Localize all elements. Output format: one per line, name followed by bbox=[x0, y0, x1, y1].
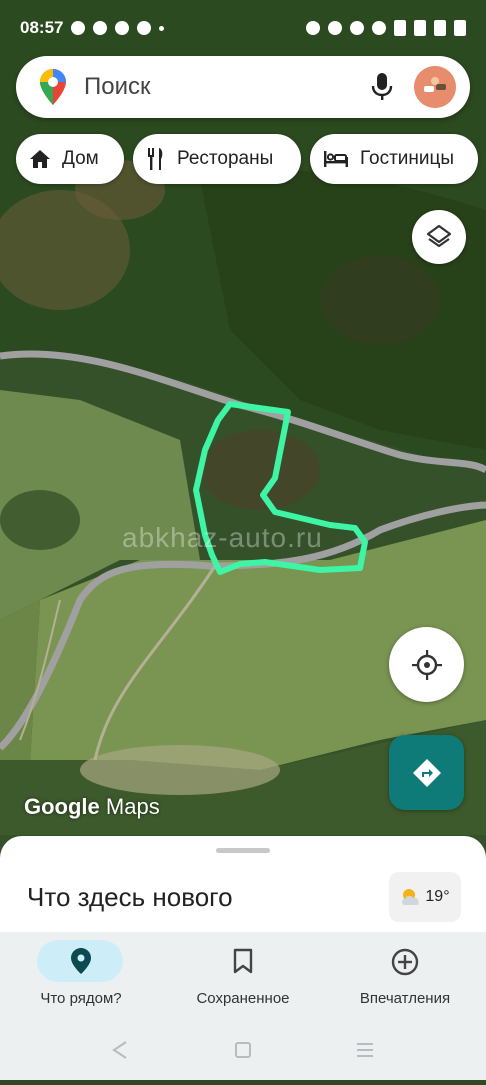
signal-icon bbox=[434, 20, 446, 36]
bottom-navigation: Что рядом? Сохраненное Впечатления bbox=[0, 932, 486, 1020]
avatar-image-icon bbox=[414, 66, 456, 108]
weather-badge[interactable]: 19° bbox=[389, 872, 461, 922]
location-icon bbox=[328, 21, 342, 35]
layers-button[interactable] bbox=[412, 210, 466, 264]
nav-label: Сохраненное bbox=[196, 990, 290, 1007]
signal-icon bbox=[394, 20, 406, 36]
back-icon[interactable] bbox=[112, 1041, 127, 1059]
chip-label: Рестораны bbox=[177, 148, 274, 169]
avatar[interactable] bbox=[414, 66, 456, 108]
home-square-icon[interactable] bbox=[235, 1042, 251, 1058]
home-icon bbox=[30, 150, 50, 168]
explore-sheet[interactable]: Что здесь нового 19° bbox=[0, 836, 486, 932]
chip-label: Дом bbox=[62, 148, 99, 169]
whatsapp-icon bbox=[93, 21, 108, 35]
search-input[interactable]: Поиск bbox=[84, 73, 370, 101]
microphone-icon[interactable] bbox=[370, 72, 394, 102]
system-navigation-bar bbox=[0, 1020, 486, 1080]
nav-saved[interactable]: Сохраненное bbox=[162, 932, 324, 1020]
layers-icon bbox=[426, 224, 452, 248]
chat-icon bbox=[115, 21, 130, 35]
directions-icon bbox=[412, 758, 441, 787]
chip-label: Гостиницы bbox=[360, 148, 455, 169]
search-bar[interactable]: Поиск bbox=[16, 56, 470, 118]
status-time: 08:57 bbox=[20, 18, 64, 37]
directions-button[interactable] bbox=[389, 735, 464, 810]
recents-icon[interactable] bbox=[357, 1043, 373, 1057]
add-circle-icon bbox=[391, 948, 419, 976]
sheet-title: Что здесь нового bbox=[27, 882, 233, 912]
my-location-button[interactable] bbox=[389, 627, 464, 702]
hotel-icon bbox=[324, 151, 348, 167]
status-bar: 08:57 bbox=[0, 0, 486, 56]
nav-explore[interactable]: Что рядом? bbox=[0, 932, 162, 1020]
chip-restaurants[interactable]: Рестораны bbox=[133, 134, 301, 184]
sim-icon bbox=[414, 20, 426, 36]
wifi-icon bbox=[350, 21, 364, 35]
bookmark-icon bbox=[233, 948, 253, 974]
alarm-icon bbox=[306, 21, 320, 35]
telegram-icon bbox=[71, 21, 86, 35]
more-notifications-icon bbox=[159, 25, 165, 31]
google-logo-text: Google bbox=[24, 794, 100, 819]
sheet-drag-handle[interactable] bbox=[216, 848, 270, 853]
temperature: 19° bbox=[425, 888, 450, 905]
chip-home[interactable]: Дом bbox=[16, 134, 124, 184]
nav-contribute[interactable]: Впечатления bbox=[324, 932, 486, 1020]
crosshair-icon bbox=[411, 649, 442, 680]
telegram-icon bbox=[137, 21, 152, 35]
volte-icon bbox=[372, 21, 386, 35]
google-maps-pin-icon bbox=[40, 69, 66, 105]
nav-label: Впечатления bbox=[359, 990, 451, 1007]
nav-label: Что рядом? bbox=[40, 990, 122, 1007]
battery-icon bbox=[454, 20, 466, 36]
google-maps-logo: Google Maps bbox=[24, 794, 160, 820]
watermark-text: abkhaz-auto.ru bbox=[122, 522, 323, 553]
location-pin-icon bbox=[71, 948, 91, 974]
partly-cloudy-icon bbox=[402, 889, 420, 905]
maps-logo-text: Maps bbox=[105, 794, 160, 819]
restaurant-icon bbox=[148, 148, 163, 170]
chip-hotels[interactable]: Гостиницы bbox=[310, 134, 478, 184]
category-chips: Дом Рестораны Гостиницы bbox=[16, 134, 478, 184]
